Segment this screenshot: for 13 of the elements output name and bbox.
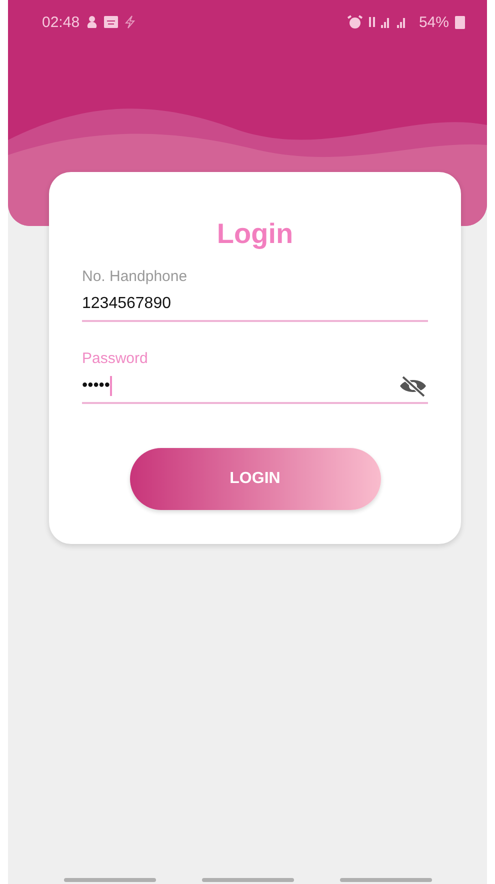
battery-text: 54% xyxy=(418,14,449,30)
message-icon xyxy=(104,16,118,28)
login-title: Login xyxy=(216,218,294,250)
nav-bar-icon[interactable] xyxy=(340,878,432,882)
password-field[interactable]: Password ••••• xyxy=(82,350,428,404)
battery-icon xyxy=(455,15,465,29)
nav-bar-icon[interactable] xyxy=(64,878,156,882)
phone-field[interactable]: No. Handphone 1234567890 xyxy=(82,268,428,322)
clock-text: 02:48 xyxy=(42,14,80,30)
alarm-icon xyxy=(346,15,363,29)
bolt-icon xyxy=(124,15,136,29)
nav-bar-icon[interactable] xyxy=(202,878,294,882)
hide-password-icon[interactable] xyxy=(398,375,428,397)
